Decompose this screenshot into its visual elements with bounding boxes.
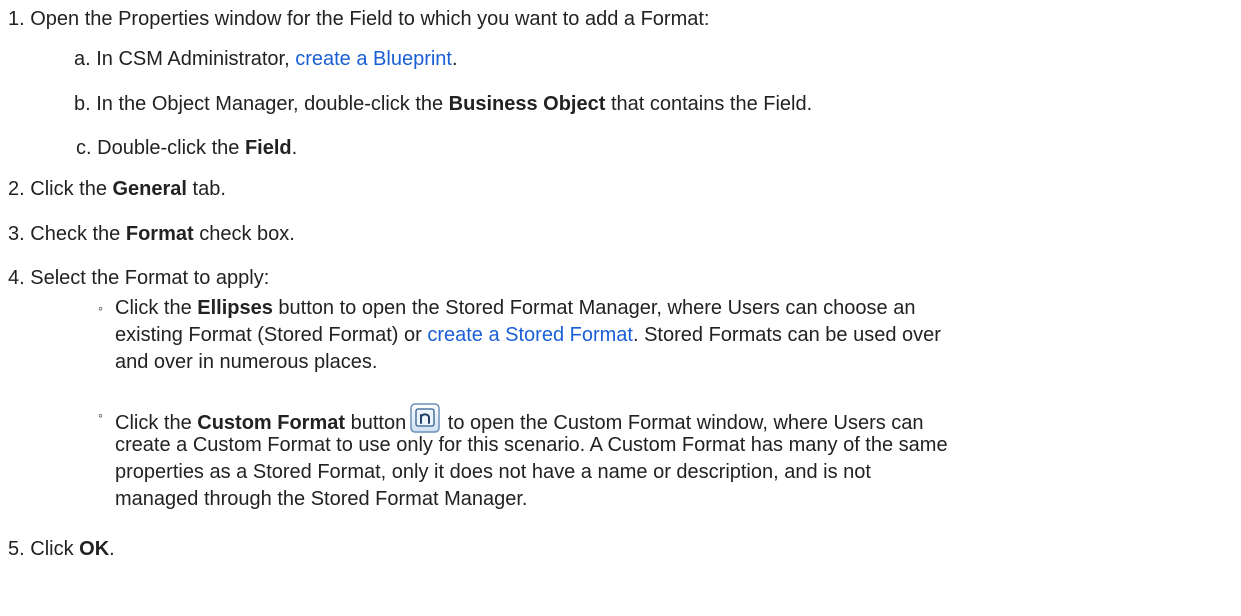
option-2-line-2: create a Custom Format to use only for t… [115,434,948,456]
step-1b-text-pre: In the Object Manager, double-click the [96,93,449,115]
general-tab-term: General [112,178,187,200]
step-1c-text-pre: Double-click the [97,137,245,159]
option-2-line-4: managed through the Stored Format Manage… [115,488,528,510]
option-1-line-1-post: button to open the Stored Format Manager… [272,297,916,319]
step-4-text: Select the Format to apply: [30,267,270,289]
option-2-bullet: ◦ [98,407,103,423]
step-1-number: 1. [8,8,25,30]
step-1c-text-post: . [291,137,298,159]
option-2-line-1-mid: button [345,412,407,434]
step-5: 5. Click OK. [8,537,115,561]
format-term: Format [125,223,194,245]
option-1-line-1: Click the Ellipses button to open the St… [115,296,915,320]
option-2-line-3: properties as a Stored Format, only it d… [115,461,871,483]
step-1c: c. Double-click the Field. [76,136,297,160]
custom-format-term: Custom Format [197,412,346,434]
field-term: Field [244,137,292,159]
ok-term: OK [79,538,110,560]
create-blueprint-link[interactable]: create a Blueprint [295,48,452,70]
step-1-text: Open the Properties window for the Field… [30,8,710,30]
step-1a-text-pre: In CSM Administrator, [96,48,296,70]
step-2-number: 2. [8,178,25,200]
option-1-line-2-pre: existing Format (Stored Format) or [115,324,428,346]
step-4-number: 4. [8,267,25,289]
option-1-line-3: and over in numerous places. [115,351,378,373]
option-1-line-2: existing Format (Stored Format) or creat… [115,323,941,347]
option-1-bullet: ◦ [98,300,103,316]
step-1a-letter: a. [74,48,91,70]
business-object-term: Business Object [448,93,606,115]
custom-format-icon[interactable] [410,403,440,433]
ellipses-term: Ellipses [197,297,273,319]
step-2-text-pre: Click the [30,178,113,200]
step-5-number: 5. [8,538,25,560]
step-1: 1. Open the Properties window for the Fi… [8,7,710,31]
step-3-number: 3. [8,223,25,245]
step-1a-text-post: . [451,48,458,70]
step-3: 3. Check the Format check box. [8,222,295,246]
option-2-line-1-post: to open the Custom Format window, where … [442,412,924,434]
step-3-text-pre: Check the [30,223,126,245]
step-1b: b. In the Object Manager, double-click t… [74,92,812,116]
step-2: 2. Click the General tab. [8,177,226,201]
step-4: 4. Select the Format to apply: [8,266,269,290]
option-1-line-2-post: . Stored Formats can be used over [632,324,941,346]
option-2-line-1-pre: Click the [115,412,198,434]
step-5-text-pre: Click [30,538,80,560]
create-stored-format-link[interactable]: create a Stored Format [427,324,633,346]
step-1c-letter: c. [76,137,92,159]
step-1b-text-post: that contains the Field. [605,93,813,115]
step-3-text-post: check box. [193,223,295,245]
step-2-text-post: tab. [186,178,226,200]
step-1b-letter: b. [74,93,91,115]
option-1-line-1-pre: Click the [115,297,198,319]
step-1a: a. In CSM Administrator, create a Bluepr… [74,47,458,71]
option-2-line-1: Click the Custom Format button to open t… [115,403,924,435]
step-5-text-post: . [109,538,115,560]
